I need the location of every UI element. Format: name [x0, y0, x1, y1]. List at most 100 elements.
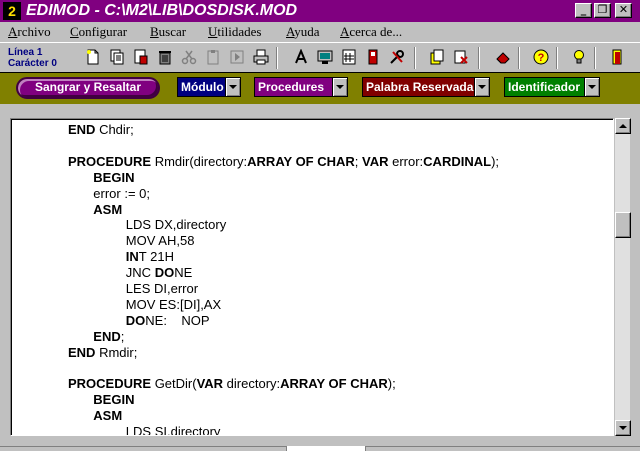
keyword-token: END — [68, 344, 96, 360]
eraser-icon — [496, 52, 510, 64]
exit-icon — [612, 49, 622, 65]
paste-block-button[interactable] — [450, 46, 472, 68]
code-token: T 21H — [138, 249, 174, 265]
menu-acerca-de[interactable]: Acerca de... — [340, 24, 402, 40]
monitor-icon — [317, 50, 333, 64]
procedures-select[interactable]: Procedures — [254, 77, 348, 97]
procedures-select-label: Procedures — [258, 80, 325, 94]
keyword-token: BEGIN — [93, 169, 135, 185]
code-token: MOV AH,58 — [68, 233, 195, 249]
monitor-button[interactable] — [314, 46, 336, 68]
delete-icon — [159, 51, 171, 65]
run-icon — [230, 50, 244, 64]
code-token: error: — [388, 153, 424, 169]
menu-bar: Archivo Configurar Buscar Utilidades Ayu… — [0, 22, 640, 42]
new-file-button[interactable] — [82, 46, 104, 68]
code-line: END; — [68, 329, 124, 345]
exit-button[interactable] — [606, 46, 628, 68]
scroll-down-button[interactable] — [615, 420, 631, 436]
save-file-icon — [134, 49, 148, 65]
code-editor[interactable]: END Chdir; PROCEDURE Rmdir(directory:ARRA… — [10, 118, 614, 436]
code-token: ; — [120, 328, 125, 344]
paste-button[interactable] — [202, 46, 224, 68]
print-button[interactable] — [250, 46, 272, 68]
tip-button[interactable] — [568, 46, 590, 68]
code-token: Chdir; — [95, 122, 134, 137]
chevron-down-icon[interactable] — [584, 78, 599, 96]
eraser-button[interactable] — [492, 46, 514, 68]
chevron-down-icon[interactable] — [225, 78, 240, 96]
cut-icon — [181, 50, 197, 65]
tools-button[interactable] — [386, 46, 408, 68]
code-line: END Rmdir; — [68, 345, 137, 361]
copy-block-button[interactable] — [426, 46, 448, 68]
scroll-up-button[interactable] — [615, 118, 631, 134]
toolbar-separator — [276, 47, 278, 69]
toolbar-separator — [478, 47, 480, 69]
code-line: ASM — [68, 202, 122, 218]
save-file-button[interactable] — [130, 46, 152, 68]
code-token: JNC — [68, 265, 155, 281]
menu-utilidades[interactable]: Utilidades — [208, 24, 261, 40]
minimize-button[interactable]: _ — [575, 3, 592, 18]
code-token: ; — [354, 153, 363, 169]
code-line: error := 0; — [68, 186, 150, 202]
code-token: ); — [491, 153, 500, 169]
identifier-select-label: Identificador — [508, 80, 581, 94]
menu-archivo[interactable]: Archivo — [8, 24, 51, 40]
font-button[interactable] — [290, 46, 312, 68]
reserved-word-select[interactable]: Palabra Reservada — [362, 77, 490, 97]
tip-icon — [574, 50, 584, 64]
column-position: Carácter 0 — [8, 58, 57, 69]
compile-button[interactable] — [362, 46, 384, 68]
menu-ayuda[interactable]: Ayuda — [286, 24, 319, 40]
delete-button[interactable] — [154, 46, 176, 68]
menu-buscar[interactable]: Buscar — [150, 24, 186, 40]
vertical-scrollbar[interactable] — [614, 118, 631, 436]
keyword-token: PROCEDURE — [68, 153, 152, 169]
keyword-token: BEGIN — [93, 392, 135, 408]
copy-file-button[interactable] — [106, 46, 128, 68]
code-line: LDS SI,directory — [68, 424, 221, 435]
calculator-button[interactable] — [338, 46, 360, 68]
module-select-label: Módulo — [181, 80, 224, 94]
font-icon — [295, 49, 307, 64]
keyword-token: VAR — [196, 376, 224, 392]
chevron-down-icon[interactable] — [474, 78, 489, 96]
status-bar-cell — [286, 446, 366, 451]
code-line: BEGIN — [68, 392, 134, 408]
help-icon: ? — [533, 49, 549, 65]
print-icon — [253, 49, 269, 65]
restore-button[interactable]: ❐ — [594, 3, 611, 18]
code-token: directory: — [223, 376, 281, 392]
line-position: Línea 1 — [8, 47, 43, 58]
tools-icon — [390, 50, 404, 64]
app-logo-icon: 2 — [3, 2, 21, 20]
svg-text:?: ? — [538, 52, 545, 64]
run-button[interactable] — [226, 46, 248, 68]
cut-button[interactable] — [178, 46, 200, 68]
indent-highlight-button[interactable]: Sangrar y Resaltar — [16, 77, 160, 99]
keyword-token: ARRAY OF CHAR — [247, 153, 355, 169]
close-button[interactable]: ✕ — [615, 3, 632, 18]
menu-configurar[interactable]: Configurar — [70, 24, 127, 40]
help-button[interactable]: ? — [530, 46, 552, 68]
chevron-down-icon[interactable] — [332, 78, 347, 96]
scrollbar-thumb[interactable] — [615, 212, 631, 238]
code-line: MOV AH,58 — [68, 233, 195, 249]
module-select[interactable]: Módulo — [177, 77, 241, 97]
keyword-token: END — [68, 122, 96, 137]
identifier-select[interactable]: Identificador — [504, 77, 600, 97]
code-token: ); — [387, 376, 396, 392]
keyword-token: DO — [125, 312, 146, 328]
code-line: JNC DONE — [68, 265, 192, 281]
code-token: Rmdir; — [95, 344, 138, 360]
calculator-icon — [342, 49, 356, 65]
code-line: MOV ES:[DI],AX — [68, 297, 221, 313]
